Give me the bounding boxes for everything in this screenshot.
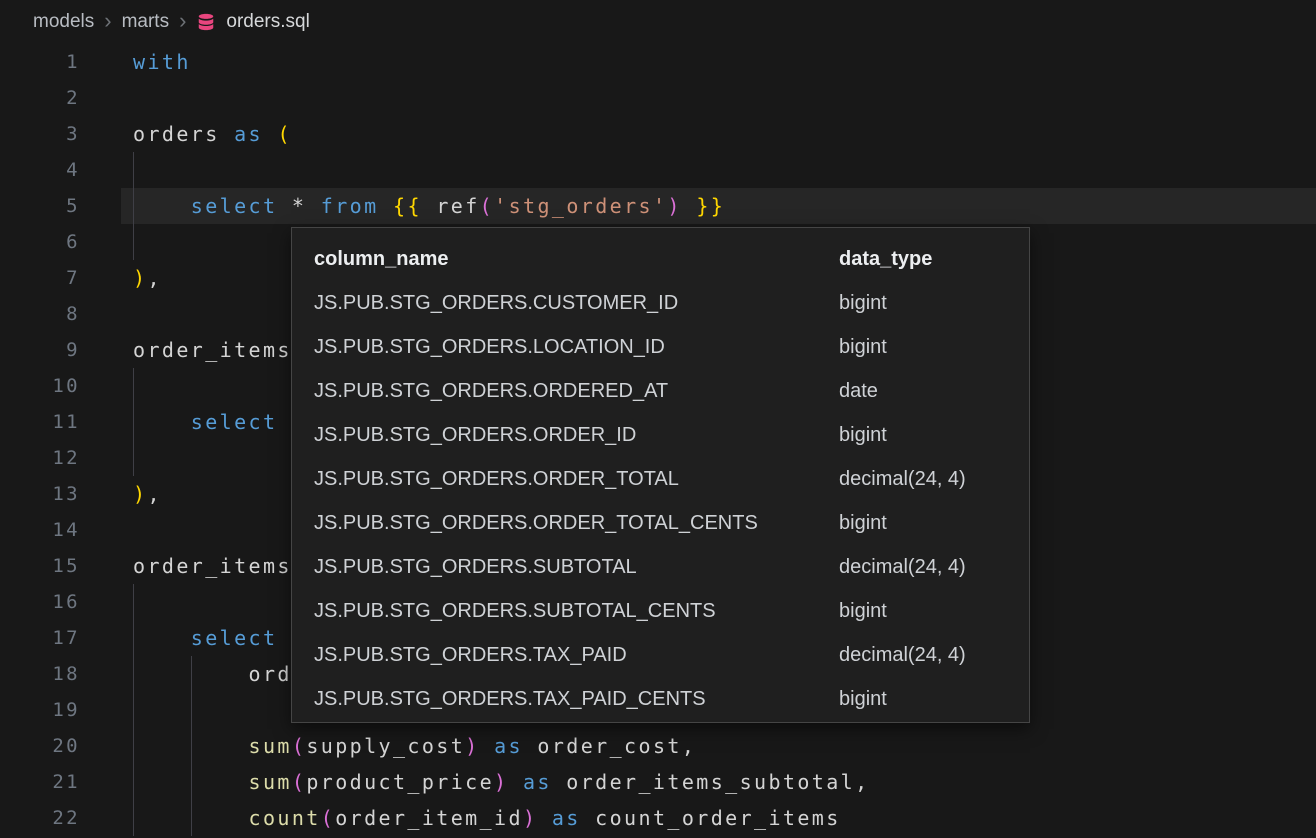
indent-guide xyxy=(133,224,134,260)
schema-row: JS.PUB.STG_ORDERS.LOCATION_ID bigint xyxy=(292,325,1029,369)
line-number: 7 xyxy=(0,260,80,296)
code-text: order_items xyxy=(133,548,292,584)
line-number: 8 xyxy=(0,296,80,332)
schema-row: JS.PUB.STG_ORDERS.ORDER_TOTAL decimal(24,… xyxy=(292,457,1029,501)
code-line-2[interactable]: 2 xyxy=(0,80,1316,116)
code-text: with xyxy=(133,44,191,80)
breadcrumb-item-marts[interactable]: marts xyxy=(122,11,170,33)
code-line-21[interactable]: 21 sum(product_price) as order_items_sub… xyxy=(0,764,1316,800)
line-number: 21 xyxy=(0,764,80,800)
code-text: select * from {{ ref('stg_orders') }} xyxy=(133,188,725,224)
schema-column-name: JS.PUB.STG_ORDERS.ORDER_TOTAL_CENTS xyxy=(314,512,758,534)
line-number: 10 xyxy=(0,368,80,404)
line-number: 9 xyxy=(0,332,80,368)
code-text: ), xyxy=(133,260,162,296)
line-number: 19 xyxy=(0,692,80,728)
schema-column-name: JS.PUB.STG_ORDERS.ORDER_ID xyxy=(314,424,636,446)
schema-column-name: JS.PUB.STG_ORDERS.TAX_PAID xyxy=(314,644,627,666)
indent-guide xyxy=(133,152,134,188)
line-number: 20 xyxy=(0,728,80,764)
database-icon xyxy=(196,12,216,32)
schema-row: JS.PUB.STG_ORDERS.ORDER_TOTAL_CENTS bigin… xyxy=(292,501,1029,545)
breadcrumb-item-models[interactable]: models xyxy=(33,11,94,33)
line-number: 15 xyxy=(0,548,80,584)
code-line-3[interactable]: 3 orders as ( xyxy=(0,116,1316,152)
code-text: order_items xyxy=(133,332,292,368)
line-number: 6 xyxy=(0,224,80,260)
indent-guide xyxy=(191,692,192,728)
schema-row: JS.PUB.STG_ORDERS.ORDERED_AT date xyxy=(292,369,1029,413)
indent-guide xyxy=(133,368,134,404)
line-number: 1 xyxy=(0,44,80,80)
breadcrumb-file-orders-sql[interactable]: orders.sql xyxy=(226,11,309,33)
code-text: ), xyxy=(133,476,162,512)
schema-column-name: JS.PUB.STG_ORDERS.TAX_PAID_CENTS xyxy=(314,688,706,710)
schema-data-type: decimal(24, 4) xyxy=(839,633,966,677)
schema-data-type: decimal(24, 4) xyxy=(839,457,966,501)
schema-data-type: bigint xyxy=(839,501,887,545)
schema-data-type: bigint xyxy=(839,281,887,325)
code-line-20[interactable]: 20 sum(supply_cost) as order_cost, xyxy=(0,728,1316,764)
code-line-4[interactable]: 4 xyxy=(0,152,1316,188)
popup-rows: JS.PUB.STG_ORDERS.CUSTOMER_IDbigintJS.PU… xyxy=(292,281,1029,721)
schema-row: JS.PUB.STG_ORDERS.SUBTOTAL decimal(24, 4) xyxy=(292,545,1029,589)
popup-header-column-name: column_name xyxy=(314,248,448,270)
line-number: 16 xyxy=(0,584,80,620)
schema-column-name: JS.PUB.STG_ORDERS.LOCATION_ID xyxy=(314,336,665,358)
indent-guide xyxy=(133,692,134,728)
code-text: select xyxy=(133,620,277,656)
line-number: 5 xyxy=(0,188,80,224)
schema-row: JS.PUB.STG_ORDERS.SUBTOTAL_CENTS bigint xyxy=(292,589,1029,633)
schema-data-type: date xyxy=(839,369,878,413)
schema-column-name: JS.PUB.STG_ORDERS.ORDER_TOTAL xyxy=(314,468,679,490)
line-number: 18 xyxy=(0,656,80,692)
line-number: 13 xyxy=(0,476,80,512)
chevron-right-icon: › xyxy=(104,10,111,35)
code-line-1[interactable]: 1 with xyxy=(0,44,1316,80)
schema-row: JS.PUB.STG_ORDERS.CUSTOMER_ID bigint xyxy=(292,281,1029,325)
code-text: sum(supply_cost) as order_cost, xyxy=(133,728,696,764)
code-text: ord xyxy=(133,656,292,692)
popup-header-row: column_name data_type xyxy=(292,237,1029,281)
code-text: select xyxy=(133,404,277,440)
line-number: 3 xyxy=(0,116,80,152)
schema-data-type: bigint xyxy=(839,589,887,633)
line-number: 14 xyxy=(0,512,80,548)
indent-guide xyxy=(133,584,134,620)
schema-data-type: decimal(24, 4) xyxy=(839,545,966,589)
popup-header-data-type: data_type xyxy=(839,237,932,281)
code-line-22[interactable]: 22 count(order_item_id) as count_order_i… xyxy=(0,800,1316,836)
code-line-5[interactable]: 5 select * from {{ ref('stg_orders') }} xyxy=(0,188,1316,224)
schema-row: JS.PUB.STG_ORDERS.ORDER_ID bigint xyxy=(292,413,1029,457)
breadcrumb: models › marts › orders.sql xyxy=(0,0,1316,44)
line-number: 17 xyxy=(0,620,80,656)
line-number: 4 xyxy=(0,152,80,188)
line-number: 2 xyxy=(0,80,80,116)
line-number: 12 xyxy=(0,440,80,476)
schema-data-type: bigint xyxy=(839,677,887,721)
schema-row: JS.PUB.STG_ORDERS.TAX_PAID_CENTS bigint xyxy=(292,677,1029,721)
indent-guide xyxy=(133,440,134,476)
code-text: count(order_item_id) as count_order_item… xyxy=(133,800,841,836)
schema-column-name: JS.PUB.STG_ORDERS.CUSTOMER_ID xyxy=(314,292,678,314)
schema-column-name: JS.PUB.STG_ORDERS.ORDERED_AT xyxy=(314,380,668,402)
schema-column-name: JS.PUB.STG_ORDERS.SUBTOTAL_CENTS xyxy=(314,600,716,622)
schema-data-type: bigint xyxy=(839,325,887,369)
schema-row: JS.PUB.STG_ORDERS.TAX_PAID decimal(24, 4) xyxy=(292,633,1029,677)
schema-data-type: bigint xyxy=(839,413,887,457)
code-text: orders as ( xyxy=(133,116,292,152)
schema-column-name: JS.PUB.STG_ORDERS.SUBTOTAL xyxy=(314,556,637,578)
schema-hover-popup: column_name data_type JS.PUB.STG_ORDERS.… xyxy=(291,227,1030,723)
line-number: 11 xyxy=(0,404,80,440)
chevron-right-icon: › xyxy=(179,10,186,35)
line-number: 22 xyxy=(0,800,80,836)
code-text: sum(product_price) as order_items_subtot… xyxy=(133,764,870,800)
